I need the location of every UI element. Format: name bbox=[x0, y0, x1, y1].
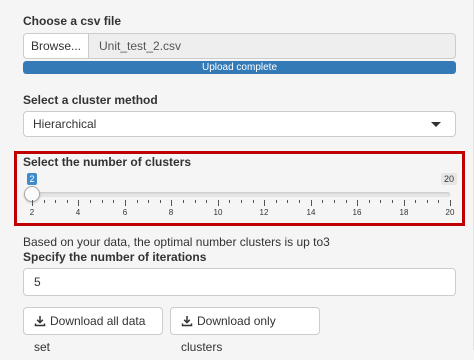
download-clusters-button[interactable]: Download only clusters bbox=[170, 307, 320, 354]
upload-progress-text: Upload complete bbox=[201, 62, 278, 73]
download-clusters-label: Download only clusters bbox=[181, 314, 276, 354]
slider-value-badge: 2 bbox=[27, 173, 37, 185]
caret-down-icon bbox=[431, 122, 441, 127]
file-upload-label: Choose a csv file bbox=[23, 14, 122, 28]
slider-max-badge: 20 bbox=[441, 173, 457, 185]
cluster-method-selected: Hierarchical bbox=[33, 117, 97, 131]
optimal-clusters-info: Based on your data, the optimal number c… bbox=[23, 235, 330, 249]
browse-button[interactable]: Browse... bbox=[23, 33, 89, 59]
download-all-label: Download all data set bbox=[34, 314, 146, 354]
cluster-count-slider-track[interactable] bbox=[32, 192, 450, 197]
cluster-method-label: Select a cluster method bbox=[23, 93, 158, 107]
upload-progress-bar: Upload complete bbox=[23, 61, 456, 74]
sidebar-panel: Choose a csv file Browse... Unit_test_2.… bbox=[0, 0, 474, 354]
file-input-group: Browse... Unit_test_2.csv bbox=[23, 33, 456, 59]
file-name-field: Unit_test_2.csv bbox=[88, 33, 456, 59]
iterations-label: Specify the number of iterations bbox=[23, 250, 207, 264]
download-all-button[interactable]: Download all data set bbox=[23, 307, 163, 354]
cluster-method-select[interactable]: Hierarchical bbox=[23, 111, 456, 137]
cluster-count-label: Select the number of clusters bbox=[23, 155, 192, 169]
download-icon bbox=[181, 316, 193, 327]
download-icon bbox=[34, 316, 46, 327]
cluster-count-slider-handle[interactable] bbox=[24, 186, 40, 202]
iterations-input[interactable]: 5 bbox=[23, 268, 456, 296]
